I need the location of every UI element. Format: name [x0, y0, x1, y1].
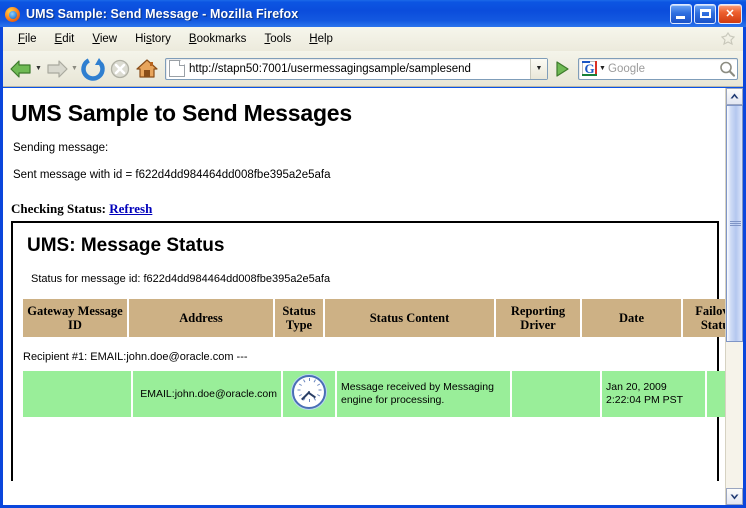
- go-button[interactable]: [550, 58, 574, 80]
- reload-icon: [80, 56, 106, 82]
- cell-status-content: Message received by Messaging engine for…: [337, 371, 510, 417]
- refresh-link[interactable]: Refresh: [109, 201, 152, 216]
- menu-bar: File Edit View History Bookmarks Tools H…: [3, 27, 743, 51]
- reload-button[interactable]: [80, 56, 106, 82]
- cell-reporting-driver: [512, 371, 600, 417]
- navigation-toolbar: ▼ ▼ http://stapn50:7001/usermessagingsam…: [3, 51, 743, 87]
- menu-item-tools[interactable]: Tools: [255, 30, 300, 48]
- browser-window: UMS Sample: Send Message - Mozilla Firef…: [0, 0, 746, 508]
- google-logo-icon: G: [582, 61, 597, 76]
- menu-decoration-icon: [721, 32, 735, 46]
- column-header-date: Date: [582, 299, 681, 337]
- chevron-up-icon: [730, 93, 739, 99]
- page-icon: [169, 60, 185, 77]
- forward-arrow-icon: [44, 56, 70, 82]
- menu-item-file[interactable]: File: [9, 30, 46, 48]
- status-for-message-id: Status for message id: f622d4dd984464dd0…: [31, 273, 331, 285]
- menu-item-edit[interactable]: Edit: [46, 30, 84, 48]
- home-icon: [134, 56, 160, 82]
- column-header-address: Address: [129, 299, 273, 337]
- cell-date-line1: Jan 20, 2009: [606, 381, 667, 393]
- search-bar[interactable]: G ▼ Google: [578, 57, 738, 80]
- column-header-status-type: Status Type: [275, 299, 323, 337]
- sending-message-text: Sending message:: [13, 142, 109, 154]
- url-input[interactable]: http://stapn50:7001/usermessagingsample/…: [189, 63, 530, 75]
- scroll-down-button[interactable]: [726, 488, 743, 505]
- checking-status-line: Checking Status: Refresh: [11, 201, 727, 217]
- stop-button: [107, 56, 133, 82]
- window-controls: ✕: [668, 3, 742, 24]
- sent-message-text: Sent message with id = f622d4dd984464dd0…: [13, 169, 331, 181]
- browser-chrome: File Edit View History Bookmarks Tools H…: [3, 27, 743, 87]
- search-input[interactable]: Google: [608, 63, 717, 75]
- column-header-failover-status: Failover Status: [683, 299, 727, 337]
- back-arrow-icon: [8, 56, 34, 82]
- scrollbar-track[interactable]: [726, 105, 743, 488]
- table-row: EMAIL:john.doe@oracle.com Message receiv…: [23, 371, 727, 417]
- scrollbar-thumb[interactable]: [726, 105, 743, 343]
- menu-item-history[interactable]: History: [126, 30, 180, 48]
- url-bar[interactable]: http://stapn50:7001/usermessagingsample/…: [165, 57, 548, 80]
- vertical-scrollbar[interactable]: [725, 88, 743, 505]
- menu-item-bookmarks[interactable]: Bookmarks: [180, 30, 256, 48]
- close-icon: ✕: [725, 8, 735, 20]
- minimize-button[interactable]: [670, 3, 692, 24]
- scroll-up-button[interactable]: [726, 88, 743, 105]
- cell-gateway-message-id: [23, 371, 131, 417]
- message-status-table: Gateway Message ID Address Status Type S…: [21, 297, 727, 339]
- content-viewport: UMS Sample to Send Messages Sending mess…: [3, 88, 727, 505]
- column-header-gateway-message-id: Gateway Message ID: [23, 299, 127, 337]
- menu-item-help[interactable]: Help: [300, 30, 342, 48]
- scrollbar-grip-icon: [730, 220, 741, 228]
- recipient-line: Recipient #1: EMAIL:john.doe@oracle.com …: [23, 351, 248, 363]
- title-bar: UMS Sample: Send Message - Mozilla Firef…: [0, 0, 746, 27]
- column-header-status-content: Status Content: [325, 299, 494, 337]
- menu-item-view[interactable]: View: [83, 30, 126, 48]
- column-header-reporting-driver: Reporting Driver: [496, 299, 580, 337]
- message-status-panel: UMS: Message Status Status for message i…: [11, 221, 727, 481]
- window-title: UMS Sample: Send Message - Mozilla Firef…: [26, 6, 299, 21]
- forward-dropdown-caret-icon: ▼: [71, 65, 78, 72]
- back-dropdown-caret-icon[interactable]: ▼: [34, 56, 43, 82]
- firefox-icon: [5, 6, 21, 22]
- message-status-rows: EMAIL:john.doe@oracle.com Message receiv…: [21, 369, 727, 419]
- url-dropdown-button[interactable]: ▼: [530, 58, 547, 79]
- maximize-button[interactable]: [694, 3, 716, 24]
- forward-button: ▼: [44, 56, 79, 82]
- cell-date-line2: 2:22:04 PM PST: [606, 394, 684, 406]
- cell-date: Jan 20, 2009 2:22:04 PM PST: [602, 371, 705, 417]
- cell-status-type: [283, 371, 335, 417]
- chevron-down-icon: [730, 494, 739, 500]
- page-title: UMS Sample to Send Messages: [11, 100, 352, 126]
- search-engine-dropdown[interactable]: ▼: [597, 59, 608, 79]
- window-frame-left: [0, 27, 3, 508]
- checking-status-label: Checking Status:: [11, 201, 106, 216]
- cell-failover-status: false: [707, 371, 727, 417]
- close-button[interactable]: ✕: [718, 3, 742, 24]
- back-button[interactable]: ▼: [8, 56, 43, 82]
- go-arrow-icon: [556, 60, 569, 77]
- web-page: UMS Sample to Send Messages Sending mess…: [3, 88, 727, 481]
- table-header-row: Gateway Message ID Address Status Type S…: [23, 299, 727, 337]
- magnifier-icon[interactable]: [717, 59, 737, 79]
- stop-icon: [107, 56, 133, 82]
- home-button[interactable]: [134, 56, 160, 82]
- clock-icon: [292, 375, 326, 409]
- status-panel-heading: UMS: Message Status: [27, 235, 225, 256]
- cell-address: EMAIL:john.doe@oracle.com: [133, 371, 281, 417]
